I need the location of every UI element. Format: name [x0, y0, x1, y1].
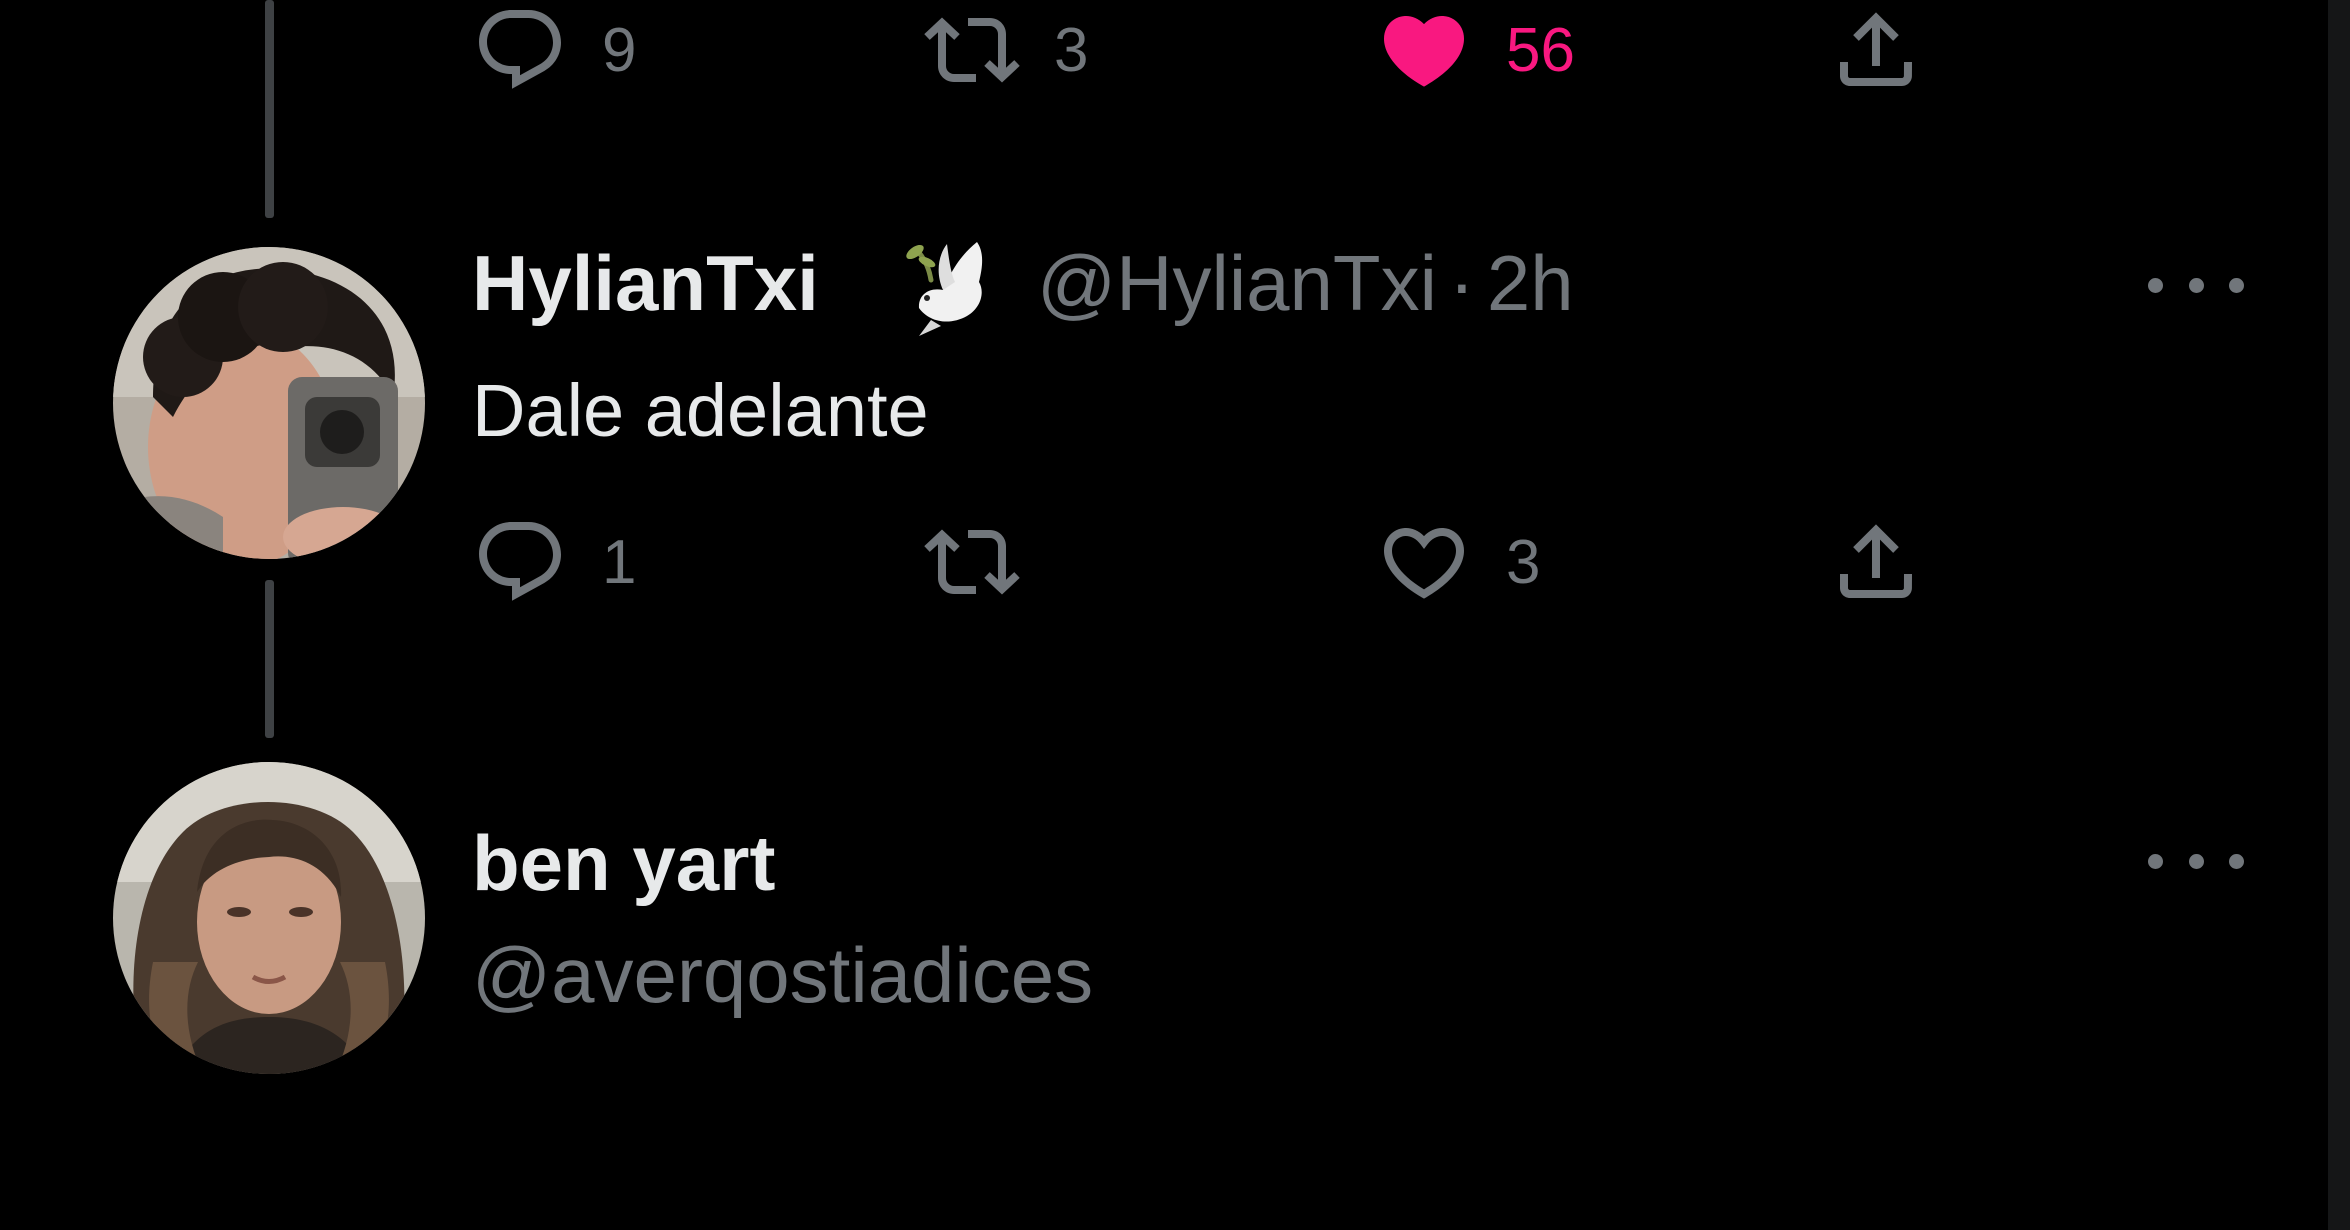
share-icon [1840, 12, 1912, 86]
scrollbar-track[interactable] [2328, 0, 2350, 1230]
avatar[interactable] [113, 247, 425, 559]
more-dot [2148, 277, 2163, 293]
heart-outline-icon [1383, 528, 1465, 599]
share-button[interactable] [1828, 514, 1924, 610]
more-dot [2229, 277, 2244, 293]
share-icon [1840, 524, 1912, 598]
author-meta: @HylianTxi · 2h [1037, 238, 1574, 329]
timestamp[interactable]: 2h [1487, 238, 1574, 329]
more-dot [2188, 277, 2204, 293]
author-handle[interactable]: @HylianTxi [1037, 238, 1437, 329]
reply-count: 9 [602, 15, 637, 85]
profile-photo-image [113, 762, 425, 1074]
author-name[interactable]: ben yart [472, 818, 775, 909]
author-handle[interactable]: @averqostiadices [472, 930, 1093, 1021]
like-count: 3 [1506, 527, 1541, 597]
reply-button[interactable]: 9 [472, 2, 636, 98]
avatar[interactable] [113, 762, 425, 1074]
like-button[interactable]: 56 [1376, 2, 1575, 98]
more-options-button[interactable] [2148, 846, 2244, 876]
retweet-count: 3 [1054, 15, 1089, 85]
tweet-text: Dale adelante [472, 369, 929, 452]
more-options-button[interactable] [2148, 270, 2244, 300]
share-button[interactable] [1828, 2, 1924, 98]
retweet-button[interactable]: 3 [924, 2, 1088, 98]
author-name[interactable]: HylianTxi [472, 238, 819, 329]
reply-icon [479, 10, 562, 89]
reply-count: 1 [602, 527, 637, 597]
more-dot [2148, 853, 2163, 869]
thread-connector-top [265, 0, 274, 218]
retweet-icon [924, 17, 1020, 83]
more-dot [2188, 853, 2204, 869]
retweet-button[interactable] [924, 514, 1054, 610]
like-button[interactable]: 3 [1376, 514, 1540, 610]
like-count: 56 [1506, 15, 1575, 85]
reply-button[interactable]: 1 [472, 514, 636, 610]
reply-icon [479, 522, 562, 601]
retweet-icon [924, 529, 1020, 595]
dove-with-olive-branch-icon [885, 232, 995, 342]
profile-photo-image [113, 247, 425, 559]
separator-dot: · [1448, 239, 1475, 327]
more-dot [2229, 853, 2244, 869]
thread-connector-middle [265, 580, 274, 738]
heart-filled-icon [1383, 16, 1465, 87]
